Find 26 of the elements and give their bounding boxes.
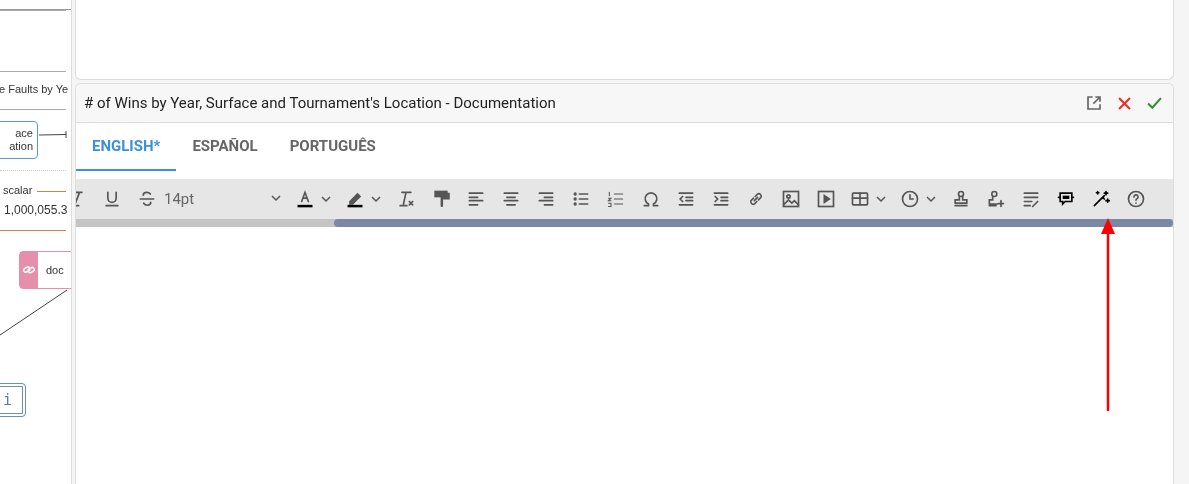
diagram-node[interactable]: ace ation — [0, 121, 38, 159]
scrollbar-thumb[interactable] — [334, 219, 1173, 227]
caret-icon[interactable] — [320, 193, 332, 205]
section-title: e Faults by Ye — [0, 83, 69, 95]
connector-arrow — [39, 130, 67, 140]
font-size-dropdown[interactable]: 14pt — [164, 185, 288, 213]
doc-node[interactable]: doc — [19, 251, 71, 289]
language-tab[interactable]: ESPAÑOL — [176, 123, 274, 171]
panel-title: # of Wins by Year, Surface and Tournament's Location - Documentation — [84, 94, 557, 112]
caret-icon[interactable] — [875, 193, 887, 205]
caret-icon[interactable] — [925, 193, 937, 205]
language-tab[interactable]: ENGLISH* — [76, 123, 177, 171]
link-icon — [20, 252, 38, 288]
scalar-label: scalar — [3, 184, 33, 196]
info-button[interactable]: i — [0, 383, 26, 417]
caret-icon[interactable] — [370, 193, 382, 205]
clock-icon[interactable] — [900, 189, 920, 209]
scalar-value: 1,000,055.3 — [4, 203, 68, 217]
text-color-icon[interactable] — [295, 189, 315, 209]
caret-icon[interactable] — [270, 192, 282, 204]
external-link-icon[interactable] — [1085, 94, 1103, 112]
node-label: doc — [46, 264, 64, 276]
connector-line — [0, 289, 67, 336]
table-icon[interactable] — [850, 189, 870, 209]
language-tab[interactable]: PORTUGUÊS — [273, 123, 392, 171]
horizontal-scrollbar[interactable] — [76, 219, 1173, 227]
